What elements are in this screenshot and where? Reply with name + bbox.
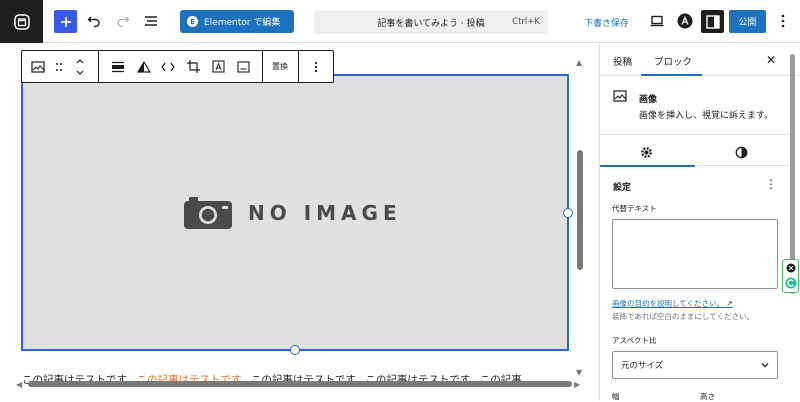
- resize-handle-right[interactable]: [563, 208, 573, 218]
- settings-sidebar: 投稿 ブロック ✕ 画像 画像を挿入し、視覚に訴えます。 設定 ⋮ 代替テキスト: [599, 44, 800, 401]
- alt-text-help-link[interactable]: 画像の目的を説明してください。 ↗: [612, 298, 733, 309]
- duotone-button[interactable]: [134, 51, 154, 82]
- gear-icon: [641, 147, 652, 158]
- aspect-ratio-value: 元のサイズ: [621, 361, 664, 371]
- move-up-down-buttons[interactable]: [72, 51, 88, 82]
- half-circle-styles-icon: [735, 146, 748, 159]
- image-block-icon: [31, 60, 45, 73]
- align-button[interactable]: [108, 51, 128, 82]
- tab-settings[interactable]: [640, 144, 653, 163]
- block-card-description: 画像を挿入し、視覚に訴えます。: [639, 111, 774, 121]
- text-overlay-icon: [211, 60, 225, 73]
- block-options-button[interactable]: [306, 51, 326, 82]
- chevron-down-icon: [761, 363, 769, 368]
- astra-settings-button[interactable]: [675, 11, 695, 31]
- block-toolbar: 置換: [21, 50, 334, 83]
- undo-icon: [87, 16, 100, 28]
- text-over-image-button[interactable]: [208, 51, 228, 82]
- resize-handle-bottom[interactable]: [290, 345, 300, 355]
- elementor-icon: E: [187, 16, 198, 27]
- list-view-icon: [145, 16, 157, 26]
- astra-logo-icon: [677, 13, 693, 29]
- tab-styles[interactable]: [735, 144, 748, 163]
- more-vertical-icon: [781, 14, 785, 28]
- crop-button[interactable]: [183, 51, 203, 82]
- camera-icon: [184, 197, 232, 229]
- no-image-placeholder: NO IMAGE: [183, 196, 402, 230]
- elementor-button-label: Elementor で編集: [204, 18, 281, 28]
- canvas-horizontal-scrollbar[interactable]: [28, 381, 572, 387]
- aspect-ratio-select[interactable]: 元のサイズ: [612, 351, 778, 379]
- settings-panel-title: 設定: [613, 183, 632, 193]
- wordpress-site-icon: [13, 13, 30, 30]
- block-type-button[interactable]: [28, 51, 48, 82]
- save-draft-button[interactable]: 下書き保存: [584, 16, 629, 29]
- external-link-icon: ↗: [726, 299, 733, 308]
- publish-button[interactable]: 公開: [729, 10, 766, 33]
- sidebar-tabs: 投稿 ブロック ✕: [600, 44, 800, 76]
- canvas-vertical-scrollbar[interactable]: [577, 150, 583, 270]
- options-menu-button[interactable]: [773, 11, 793, 31]
- desktop-preview-icon: [650, 15, 664, 27]
- aspect-ratio-label: アスペクト比: [612, 336, 657, 345]
- align-icon: [112, 61, 124, 72]
- plus-icon: [60, 16, 71, 27]
- width-label: 幅: [612, 392, 620, 401]
- editor-header: E Elementor で編集 記事を書いてみよう · 投稿 Ctrl+K 下書…: [0, 0, 800, 43]
- document-overview-button[interactable]: [141, 11, 161, 31]
- alt-text-help-text: 装飾であれば空白のままにしてください。: [612, 312, 754, 321]
- edit-with-elementor-button[interactable]: E Elementor で編集: [180, 10, 294, 33]
- close-sidebar-button[interactable]: ✕: [766, 53, 776, 67]
- chevron-up-down-icon: [76, 58, 84, 75]
- tab-post[interactable]: 投稿: [613, 54, 632, 68]
- toolbar-separator: [262, 51, 263, 82]
- scroll-down-arrow[interactable]: ▼: [576, 368, 582, 377]
- alt-text-help-link-label: 画像の目的を説明してください。: [612, 299, 725, 308]
- scroll-up-arrow[interactable]: ▲: [576, 58, 582, 67]
- block-card-title: 画像: [639, 95, 658, 105]
- command-shortcut: Ctrl+K: [512, 17, 540, 27]
- scroll-left-arrow[interactable]: ◀: [16, 380, 22, 389]
- sidebar-icon: [705, 14, 720, 29]
- height-label: 高さ: [700, 392, 715, 401]
- crop-icon: [186, 60, 200, 73]
- settings-sidebar-toggle[interactable]: [701, 10, 724, 33]
- image-block-icon: [613, 90, 627, 102]
- active-tab-indicator: [641, 74, 702, 76]
- tab-block[interactable]: ブロック: [654, 54, 692, 68]
- command-palette-bar[interactable]: 記事を書いてみよう · 投稿 Ctrl+K: [314, 10, 548, 34]
- drag-handle[interactable]: [51, 51, 67, 82]
- toolbar-separator: [298, 51, 299, 82]
- extension-widget[interactable]: [782, 259, 799, 293]
- caption-button[interactable]: [233, 51, 253, 82]
- settings-panel-options-button[interactable]: ⋮: [765, 177, 777, 191]
- caption-icon: [236, 60, 250, 73]
- scroll-right-arrow[interactable]: ▶: [574, 380, 580, 389]
- more-vertical-icon: [314, 61, 318, 72]
- drag-handle-icon: [56, 62, 62, 71]
- redo-icon: [117, 16, 130, 28]
- grammar-check-icon: [785, 277, 797, 289]
- alt-text-textarea[interactable]: [612, 219, 778, 289]
- preview-button[interactable]: [647, 11, 667, 31]
- replace-button[interactable]: 置換: [265, 51, 295, 82]
- image-block[interactable]: NO IMAGE: [21, 74, 569, 351]
- toolbar-separator: [98, 51, 99, 82]
- duotone-icon: [137, 60, 151, 73]
- active-inspector-tab-indicator: [600, 165, 695, 167]
- code-link-icon: [161, 62, 175, 71]
- block-inserter-button[interactable]: [54, 10, 77, 33]
- wordpress-logo-button[interactable]: [0, 0, 43, 43]
- sidebar-scrollbar[interactable]: [790, 54, 795, 294]
- undo-button[interactable]: [84, 11, 104, 31]
- redo-button[interactable]: [113, 11, 133, 31]
- no-image-label: NO IMAGE: [248, 201, 402, 225]
- close-circle-icon: [786, 263, 796, 273]
- block-inspector-tabs: [600, 134, 790, 167]
- insert-link-button[interactable]: [158, 51, 178, 82]
- alt-text-label: 代替テキスト: [612, 204, 657, 213]
